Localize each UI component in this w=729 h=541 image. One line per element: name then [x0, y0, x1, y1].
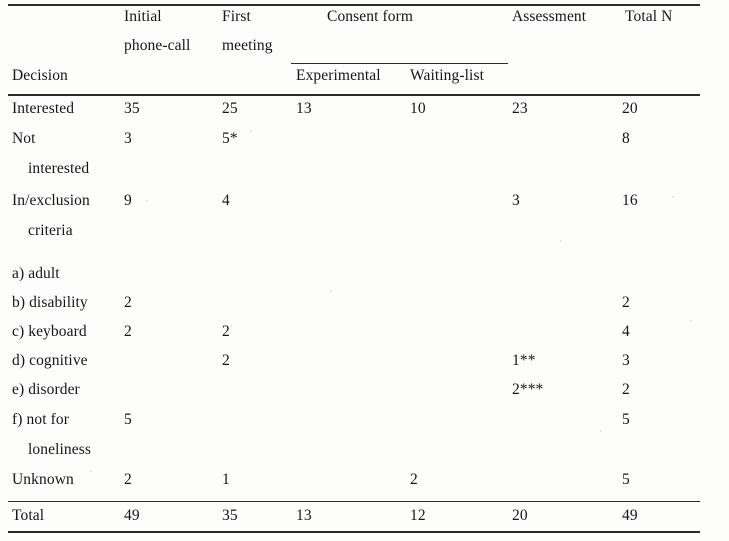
column-header-initial-phone-call-line1: Initial: [124, 8, 162, 25]
table-row-label: Interested: [12, 100, 75, 117]
table-row-label-continuation: loneliness: [28, 441, 91, 458]
column-header-waiting-list: Waiting-list: [410, 67, 484, 84]
table-row-cell-total-n: 3: [622, 352, 630, 369]
header-bottom-rule: [8, 94, 700, 96]
table-row-label: a) adult: [12, 265, 60, 282]
total-row-label: Total: [12, 507, 45, 524]
table-row-cell-total-n: 2: [622, 381, 630, 398]
table-row-cell-first-meeting: 4: [222, 192, 230, 209]
table-row-label-continuation: interested: [28, 160, 90, 177]
table-row-label: b) disability: [12, 294, 88, 311]
column-header-experimental: Experimental: [296, 67, 381, 84]
column-header-first-meeting-line1: First: [222, 8, 251, 25]
table-row-cell-first-meeting: 5*: [222, 130, 238, 147]
total-row-cell-first-meeting: 35: [222, 507, 238, 524]
table-row-cell-total-n: 2: [622, 294, 630, 311]
table-row-cell-consent-waiting-list: 2: [410, 471, 418, 488]
table-row-cell-total-n: 4: [622, 323, 630, 340]
consent-form-group-rule: [291, 63, 508, 65]
table-row-cell-total-n: 5: [622, 411, 630, 428]
table-row-cell-total-n: 20: [622, 100, 638, 117]
total-row-cell-consent-experimental: 13: [296, 507, 312, 524]
table-row-cell-assessment: 1**: [512, 352, 536, 369]
total-row-cell-consent-waiting-list: 12: [410, 507, 426, 524]
recruitment-flow-table: Initial phone-call First meeting Consent…: [0, 0, 729, 541]
total-row-cell-assessment: 20: [512, 507, 528, 524]
table-row-cell-first-meeting: 1: [222, 471, 230, 488]
table-row-cell-assessment: 3: [512, 192, 520, 209]
table-row-cell-initial-phone-call: 5: [124, 411, 132, 428]
total-row-cell-total-n: 49: [622, 507, 638, 524]
column-header-total-n: Total N: [625, 8, 673, 25]
table-top-rule: [8, 4, 700, 6]
column-group-header-consent-form: Consent form: [327, 8, 414, 25]
table-row-label: c) keyboard: [12, 323, 87, 340]
table-bottom-rule: [8, 531, 700, 533]
table-row-cell-assessment: 23: [512, 100, 528, 117]
table-row-cell-first-meeting: 25: [222, 100, 238, 117]
table-row-cell-initial-phone-call: 3: [124, 130, 132, 147]
table-row-label: f) not for: [12, 411, 69, 428]
table-row-cell-total-n: 16: [622, 192, 638, 209]
column-header-assessment: Assessment: [512, 8, 587, 25]
table-row-label-continuation: criteria: [28, 222, 73, 239]
table-row-label: d) cognitive: [12, 352, 88, 369]
table-row-label: In/exclusion: [12, 192, 90, 209]
stub-header-decision: Decision: [12, 67, 68, 84]
table-row-cell-consent-waiting-list: 10: [410, 100, 426, 117]
table-row-cell-first-meeting: 2: [222, 352, 230, 369]
table-row-cell-total-n: 8: [622, 130, 630, 147]
table-row-cell-consent-experimental: 13: [296, 100, 312, 117]
column-header-initial-phone-call-line2: phone-call: [124, 37, 191, 54]
total-row-top-rule: [8, 501, 700, 503]
table-row-cell-total-n: 5: [622, 471, 630, 488]
table-row-cell-initial-phone-call: 9: [124, 192, 132, 209]
table-row-label: e) disorder: [12, 381, 80, 398]
column-header-first-meeting-line2: meeting: [222, 37, 273, 54]
total-row-cell-initial-phone-call: 49: [124, 507, 140, 524]
table-row-label: Unknown: [12, 471, 74, 488]
table-row-cell-assessment: 2***: [512, 381, 544, 398]
table-row-cell-initial-phone-call: 2: [124, 471, 132, 488]
table-row-cell-first-meeting: 2: [222, 323, 230, 340]
table-row-label: Not: [12, 130, 36, 147]
table-row-cell-initial-phone-call: 2: [124, 323, 132, 340]
table-row-cell-initial-phone-call: 35: [124, 100, 140, 117]
table-row-cell-initial-phone-call: 2: [124, 294, 132, 311]
